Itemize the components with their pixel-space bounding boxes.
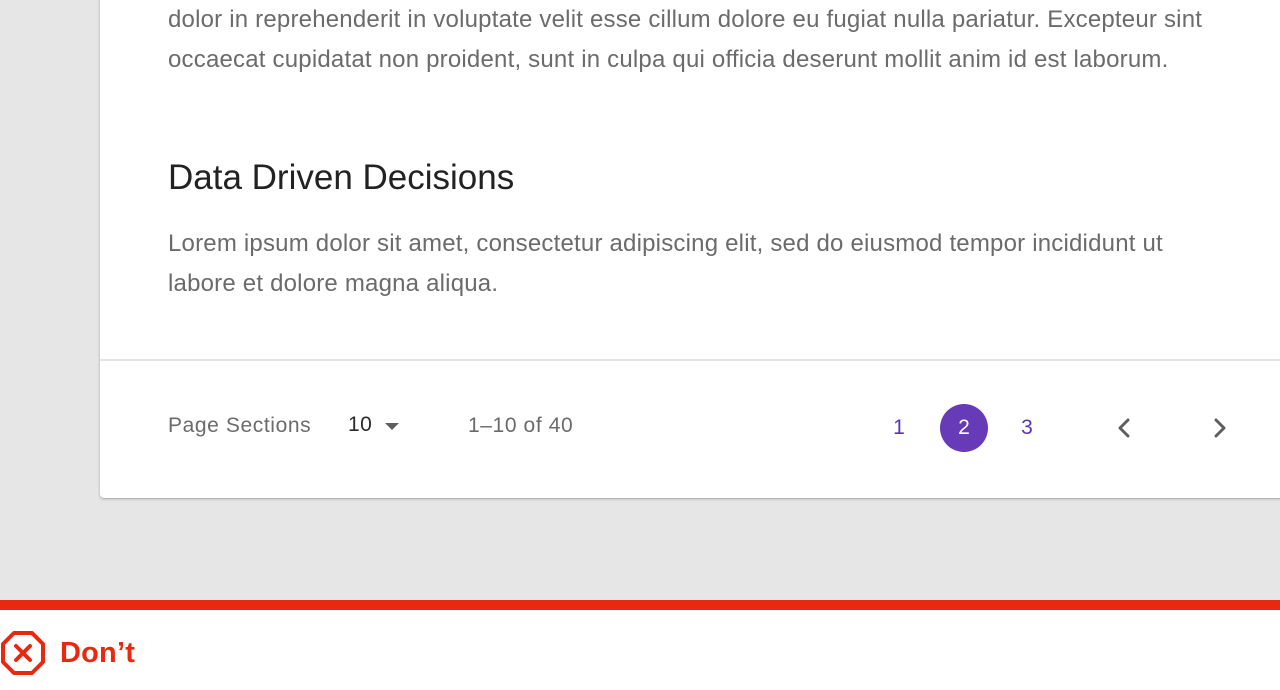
pagination-footer: Page Sections 10 1–10 of 40 1 2 3 bbox=[100, 361, 1280, 498]
cancel-octagon-icon bbox=[1, 631, 45, 675]
body-paragraph: Lorem ipsum dolor sit amet, consectetur … bbox=[168, 230, 1163, 297]
next-page-button[interactable] bbox=[1196, 404, 1244, 452]
body-paragraph: dolor in reprehenderit in voluptate veli… bbox=[168, 6, 1203, 73]
chevron-left-icon[interactable] bbox=[1114, 416, 1134, 440]
rows-per-page-label: Page Sections bbox=[168, 414, 312, 437]
rows-per-page-value[interactable]: 10 bbox=[348, 413, 372, 437]
rows-per-page-select[interactable]: 10 bbox=[348, 405, 400, 445]
dont-label: Don’t bbox=[60, 636, 136, 669]
dont-caption: Don’t bbox=[0, 630, 135, 676]
chevron-right-icon[interactable] bbox=[1210, 416, 1230, 440]
example-canvas: dolor in reprehenderit in voluptate veli… bbox=[0, 0, 1280, 600]
previous-page-button[interactable] bbox=[1100, 404, 1148, 452]
page-button-2-current[interactable]: 2 bbox=[940, 404, 988, 452]
dropdown-arrow-icon[interactable] bbox=[385, 422, 400, 430]
content-card: dolor in reprehenderit in voluptate veli… bbox=[100, 0, 1280, 498]
section-heading: Data Driven Decisions bbox=[168, 158, 515, 197]
page-button-3[interactable]: 3 bbox=[1003, 404, 1051, 452]
page-button-1[interactable]: 1 bbox=[875, 404, 923, 452]
page-range-text: 1–10 of 40 bbox=[468, 414, 574, 437]
dont-indicator-bar bbox=[0, 600, 1280, 610]
